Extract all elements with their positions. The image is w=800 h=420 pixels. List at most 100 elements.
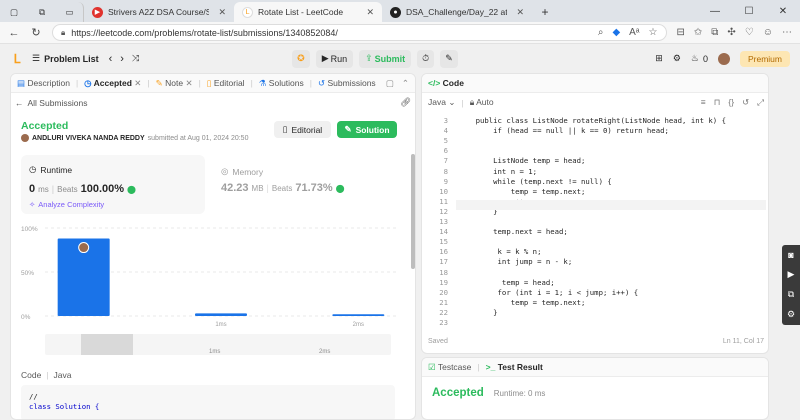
format-icon[interactable]: ≡ <box>701 97 706 108</box>
browser-tab-strivers[interactable]: ▶ Strivers A2Z DSA Course/Sheet ✕ <box>84 2 234 22</box>
minimize-icon[interactable]: — <box>698 6 732 17</box>
tab-label: Strivers A2Z DSA Course/Sheet <box>108 7 210 17</box>
analyze-complexity-link[interactable]: ✧ Analyze Complexity <box>29 200 104 209</box>
test-runtime: Runtime: 0 ms <box>493 389 546 398</box>
leetcode-logo-icon[interactable]: ᒪ <box>10 52 24 66</box>
tab-code[interactable]: </> Code <box>428 78 464 88</box>
close-tab-icon[interactable]: ✕ <box>516 7 524 18</box>
flask-icon: ⚗ <box>258 77 267 88</box>
more-icon[interactable]: ⋯ <box>782 27 792 38</box>
panel-scrollbar[interactable] <box>411 154 415 269</box>
settings-icon[interactable]: ⚙ <box>787 309 795 320</box>
maximize-panel-icon[interactable]: ▢ <box>386 78 394 89</box>
link-icon[interactable]: 🔗︎ <box>400 97 411 108</box>
close-tab-icon[interactable]: ✕ <box>366 7 374 18</box>
copy-icon[interactable]: ⧉ <box>788 289 794 300</box>
runtime-value: 0 <box>29 183 36 195</box>
tab-editorial[interactable]: ▯ Editorial <box>207 78 245 89</box>
extension-icon[interactable]: ◆ <box>612 27 620 38</box>
line-number: 19 <box>439 277 448 287</box>
profile-icon[interactable]: ☺ <box>763 27 773 38</box>
next-problem-icon[interactable]: › <box>120 53 124 65</box>
auto-mode-toggle[interactable]: 🔒︎ Auto <box>470 97 494 108</box>
browser-tabs-icon[interactable]: ▭ <box>56 2 84 22</box>
url-field[interactable]: 🔒︎ https://leetcode.com/problems/rotate-… <box>52 24 667 41</box>
browser-tab-rotate-list[interactable]: ᒪ Rotate List - LeetCode ✕ <box>234 2 382 22</box>
tab-submissions[interactable]: ↺ Submissions <box>318 78 376 89</box>
line-number: 21 <box>439 297 448 307</box>
close-tab-icon[interactable]: ✕ <box>185 78 192 88</box>
streak-counter[interactable]: ♨ 0 <box>691 53 708 64</box>
code-line: temp = head; <box>458 277 555 287</box>
close-tab-icon[interactable]: ✕ <box>218 7 226 18</box>
browser-menu-icon[interactable]: ▢ <box>0 2 28 22</box>
runtime-header: ◷ Runtime <box>29 164 72 175</box>
chart-range-slider[interactable]: 1ms 2ms <box>45 334 391 355</box>
run-label: Run <box>330 53 348 64</box>
favorites-icon[interactable]: ✩ <box>694 27 702 38</box>
code-line: } <box>458 307 498 317</box>
tab-actions-icon[interactable]: ⧉ <box>28 2 56 22</box>
maximize-icon[interactable]: ☐ <box>732 6 766 17</box>
back-arrow-icon[interactable]: ← <box>8 27 20 39</box>
submitter-name[interactable]: ANDLURI VIVEKA NANDA REDDY <box>32 135 145 142</box>
tab-note[interactable]: ✎ Note ✕ <box>156 78 193 89</box>
camera-icon[interactable]: ◙ <box>788 250 793 260</box>
browser-tab-github[interactable]: ● DSA_Challenge/Day_22 at main ✕ <box>382 2 532 22</box>
code-line: ListNode temp = head; <box>458 156 586 166</box>
avatar[interactable] <box>717 52 730 65</box>
fullscreen-icon[interactable]: ⤢ <box>757 97 764 108</box>
code-area[interactable]: 3 public class ListNode rotateRight(List… <box>422 112 768 334</box>
prev-problem-icon[interactable]: ‹ <box>109 53 113 65</box>
layout-icon[interactable]: ⊞ <box>655 53 663 64</box>
tab-accepted[interactable]: ◷ Accepted ✕ <box>84 78 141 89</box>
video-icon[interactable]: ▶ <box>788 269 795 280</box>
zoom-icon[interactable]: ⌕ <box>598 27 604 38</box>
new-tab-button[interactable]: + <box>532 2 558 22</box>
read-aloud-icon[interactable]: Aᵃ <box>629 27 639 38</box>
tab-test-result[interactable]: >_ Test Result <box>486 362 543 372</box>
braces-icon[interactable]: {} <box>728 97 734 108</box>
reset-icon[interactable]: ↺ <box>742 97 749 108</box>
language-select[interactable]: Java ⌄ <box>428 97 455 108</box>
reload-icon[interactable]: ↻ <box>30 26 42 39</box>
mini-axis-label: 1ms <box>209 349 221 355</box>
bookmark-icon[interactable]: ⊓ <box>714 97 721 108</box>
book-icon: ▯ <box>282 124 288 134</box>
timer-button[interactable]: ⏱ <box>417 49 435 68</box>
tab-description[interactable]: ▤ Description <box>17 78 70 89</box>
tab-testcase[interactable]: ☑ Testcase <box>428 362 471 373</box>
all-submissions-link[interactable]: All Submissions <box>28 98 88 108</box>
debug-button[interactable]: ✪ <box>292 49 310 68</box>
range-slider-handle[interactable] <box>81 334 133 355</box>
browser-tab-strip: ▢ ⧉ ▭ ▶ Strivers A2Z DSA Course/Sheet ✕ … <box>0 0 800 22</box>
collections-icon[interactable]: ⧉ <box>711 27 718 38</box>
memory-header[interactable]: ◎ Memory <box>221 166 263 177</box>
favorite-icon[interactable]: ☆ <box>649 27 658 38</box>
shuffle-icon[interactable]: ⤨ <box>132 53 139 64</box>
submit-button[interactable]: ⇪ Submit <box>359 49 412 68</box>
runtime-unit: ms <box>38 185 49 194</box>
back-arrow-icon[interactable]: ← <box>15 98 24 108</box>
test-result-line: Accepted Runtime: 0 ms <box>432 387 545 399</box>
notes-button[interactable]: ✎ <box>440 49 458 68</box>
runtime-card[interactable]: ◷ Runtime 0 ms | Beats 100.00% ⬤ ✧ Analy… <box>21 155 205 214</box>
close-tab-icon[interactable]: ✕ <box>134 78 141 88</box>
close-window-icon[interactable]: ✕ <box>766 6 800 17</box>
settings-icon[interactable]: ⚙ <box>673 53 681 64</box>
solution-button[interactable]: ✎ Solution <box>337 121 397 138</box>
premium-button[interactable]: Premium <box>739 50 790 67</box>
line-number: 9 <box>443 176 448 186</box>
collapse-panel-icon[interactable]: ⌃ <box>402 78 409 89</box>
editorial-button[interactable]: ▯ Editorial <box>274 121 331 138</box>
description-icon: ▤ <box>17 77 26 88</box>
memory-beats-label: Beats <box>271 184 293 193</box>
problem-list-button[interactable]: ☰ Problem List <box>32 53 99 64</box>
tab-solutions[interactable]: ⚗ Solutions <box>259 78 304 89</box>
note-icon: ✎ <box>445 53 453 63</box>
y-tick-label: 100% <box>21 226 38 233</box>
split-screen-icon[interactable]: ⊟ <box>677 27 685 38</box>
run-button[interactable]: ▶ Run <box>315 49 354 68</box>
extensions-icon[interactable]: ✣ <box>727 27 735 38</box>
heart-icon[interactable]: ♡ <box>745 27 754 38</box>
